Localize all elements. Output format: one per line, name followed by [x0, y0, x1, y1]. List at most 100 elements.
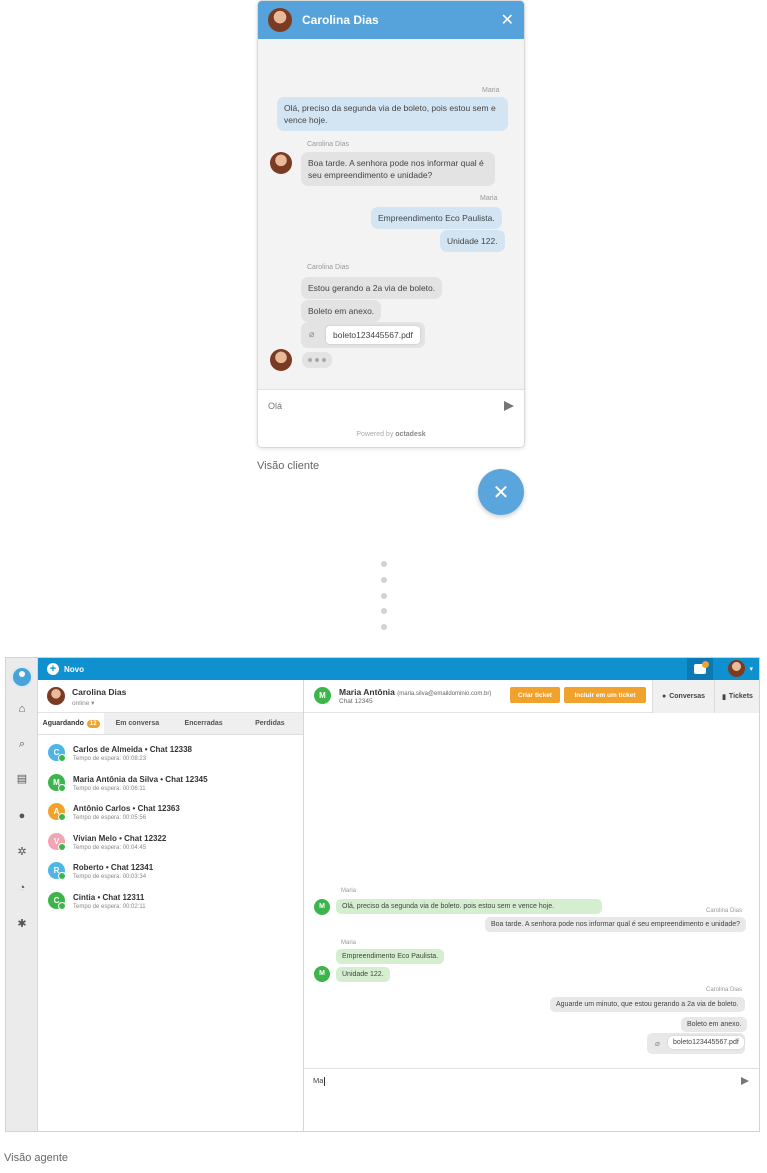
client-chat-widget: Carolina Dias ✕ Maria Olá, preciso da se… — [257, 0, 525, 448]
typing-indicator — [302, 352, 332, 368]
home-icon[interactable]: ⌂ — [14, 703, 30, 715]
puzzle-icon[interactable]: ✲ — [14, 845, 30, 858]
message-bubble: Unidade 122. — [440, 230, 505, 252]
message-input-value[interactable]: Olá — [268, 401, 504, 411]
queue-item-wait-time: Tempo de espera: 00:06:11 — [73, 785, 146, 792]
agent-avatar — [268, 8, 292, 32]
message-bubble: Boa tarde. A senhora pode nos informar q… — [301, 152, 495, 186]
message-bubble: Olá, preciso da segunda via de boleto, p… — [277, 97, 508, 131]
message-input[interactable]: Olá — [258, 389, 524, 421]
queue-item-wait-time: Tempo de espera: 00:02:11 — [73, 903, 146, 910]
user-icon[interactable]: ● — [14, 810, 30, 822]
queue-item-title: Carlos de Almeida • Chat 12338 — [73, 745, 192, 754]
agent-view-caption: Visão agente — [4, 1152, 69, 1164]
check-icon — [58, 901, 66, 910]
sender-label: Maria — [480, 195, 498, 202]
sender-label: Carolina Dias — [706, 908, 743, 914]
queue-item-title: Maria Antônia da Silva • Chat 12345 — [73, 774, 208, 784]
queue-item-title: Vivian Melo • Chat 12322 — [73, 833, 167, 843]
close-chat-button[interactable]: ✕ — [478, 469, 524, 515]
tab-conversations[interactable]: ● Conversas — [652, 680, 714, 713]
message-bubble: Olá, preciso da segunda via de boleto. p… — [336, 899, 602, 914]
ticket-icon: ▮ — [722, 693, 726, 701]
customer-avatar: M — [314, 687, 331, 704]
customer-avatar: M — [314, 966, 330, 982]
search-icon[interactable]: ⌕ — [14, 738, 30, 751]
message-bubble: Boleto em anexo. — [301, 300, 382, 322]
widget-contact-name: Carolina Dias — [302, 13, 379, 27]
user-menu[interactable]: ▾ — [728, 660, 753, 677]
message-bubble: Empreendimento Eco Paulista. — [336, 949, 445, 964]
tab-lost[interactable]: Perdidas — [237, 713, 303, 734]
top-bar: + Novo ▾ — [38, 658, 759, 680]
queue-item[interactable]: A Antônio Carlos • Chat 12363 Tempo de esp… — [38, 798, 303, 828]
list-icon[interactable]: ▤ — [14, 772, 30, 785]
queue-tabs: Aguardando 12 Em conversa Encerradas Per… — [38, 713, 303, 735]
check-icon — [58, 842, 66, 851]
send-icon[interactable] — [741, 1077, 749, 1085]
side-rail: ⌂ ⌕ ▤ ● ✲ ◔ ✱ — [6, 658, 38, 1131]
conversation-panel: M Maria Antônia (maria.silva@emaildomini… — [304, 680, 759, 1131]
queue-item[interactable]: R Roberto • Chat 12341 Tempo de espera: 00… — [38, 857, 303, 887]
agent-avatar — [270, 349, 292, 371]
app-logo[interactable] — [11, 666, 33, 688]
queue-item-wait-time: Tempo de espera: 00:05:56 — [73, 815, 147, 821]
queue-item[interactable]: V Vivian Melo • Chat 12322 Tempo de espera… — [38, 828, 303, 858]
check-icon — [58, 813, 66, 821]
conversation-header: M Maria Antônia (maria.silva@emaildomini… — [304, 680, 759, 713]
client-view-caption: Visão cliente — [257, 460, 320, 472]
separator-dot — [381, 608, 387, 614]
check-icon — [58, 872, 66, 880]
pie-chart-icon[interactable]: ◔ — [14, 882, 30, 894]
send-icon[interactable] — [504, 400, 514, 411]
message-bubble: Estou gerando a 2a via de boleto. — [301, 277, 443, 299]
brand-logo: octadesk — [395, 431, 426, 438]
queue-item-title: Cintia • Chat 12311 — [73, 892, 145, 902]
close-icon[interactable]: ✕ — [501, 10, 514, 30]
tab-waiting[interactable]: Aguardando 12 — [38, 713, 105, 734]
message-bubble: Boa tarde. A senhora pode nos informar q… — [485, 917, 747, 932]
waiting-count-badge: 12 — [86, 719, 100, 728]
agent-app: ⌂ ⌕ ▤ ● ✲ ◔ ✱ + Novo ▾ Carolina Dias onl… — [5, 657, 760, 1132]
new-button[interactable]: + Novo — [47, 663, 84, 675]
chat-notifications-button[interactable] — [687, 658, 713, 680]
queue-item[interactable]: C Carlos de Almeida • Chat 12338 Tempo de … — [38, 739, 303, 769]
new-button-label: Novo — [64, 664, 84, 674]
queue-item[interactable]: M Maria Antônia da Silva • Chat 12345 Temp… — [38, 769, 303, 799]
create-ticket-button[interactable]: Criar ticket — [510, 687, 560, 703]
queue-item-wait-time: Tempo de espera: 00:03:34 — [73, 874, 147, 880]
tab-tickets[interactable]: ▮ Tickets — [714, 680, 759, 713]
widget-header: Carolina Dias ✕ — [258, 1, 524, 39]
gear-icon[interactable]: ✱ — [14, 917, 30, 930]
message-bubble: Unidade 122. — [336, 967, 390, 982]
chevron-down-icon: ▾ — [749, 665, 753, 673]
separator-dot — [381, 561, 387, 567]
tab-closed[interactable]: Encerradas — [171, 713, 237, 734]
sender-label: Carolina Dias — [307, 264, 350, 271]
message-input-value[interactable]: Ma — [313, 1076, 326, 1086]
separator-dot — [381, 593, 387, 599]
include-in-ticket-button[interactable]: Incluir em um ticket — [564, 687, 646, 703]
chat-id: Chat 12345 — [339, 698, 373, 705]
tab-in-conversation[interactable]: Em conversa — [104, 713, 170, 734]
attachment-file[interactable]: boleto123445567.pdf — [668, 1036, 744, 1049]
agent-status[interactable]: online ▾ — [72, 699, 94, 707]
close-icon[interactable]: ✕ — [493, 480, 510, 505]
paperclip-icon: ⌀ — [655, 1039, 660, 1048]
message-bubble: Empreendimento Eco Paulista. — [371, 207, 502, 229]
queue-item[interactable]: C Cintia • Chat 12311 Tempo de espera: 00:… — [38, 887, 303, 917]
separator-dot — [381, 624, 387, 630]
agent-header: Carolina Dias online ▾ — [38, 680, 303, 713]
agent-avatar — [270, 152, 292, 174]
customer-avatar: M — [314, 899, 330, 915]
sender-label: Maria — [482, 87, 500, 94]
widget-messages: Maria Olá, preciso da segunda via de bol… — [258, 39, 524, 389]
sender-label: Carolina Dias — [307, 141, 350, 148]
message-bubble: Aguarde um minuto, que estou gerando a 2… — [550, 997, 745, 1012]
message-input[interactable]: Ma — [304, 1068, 759, 1131]
chat-bubble-icon: ● — [661, 693, 667, 700]
attachment-file[interactable]: boleto123445567.pdf — [326, 326, 420, 344]
powered-by-label: Powered by — [356, 431, 394, 438]
sender-label: Maria — [341, 888, 357, 894]
check-icon — [58, 754, 66, 762]
